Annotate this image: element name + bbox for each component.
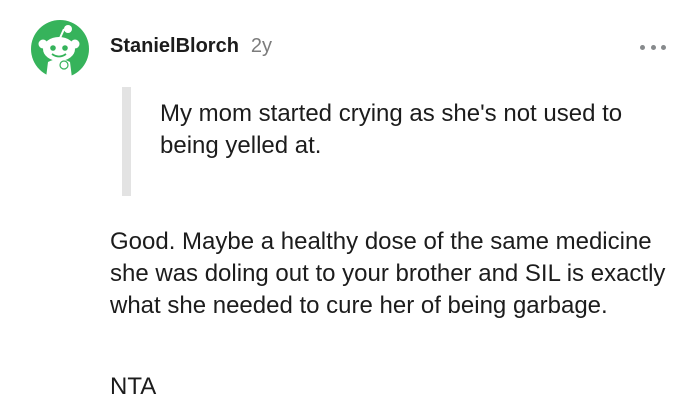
- snoo-avatar-icon: [31, 20, 89, 78]
- comment-paragraph: NTA: [110, 373, 157, 400]
- user-avatar[interactable]: [31, 20, 89, 78]
- blockquote-bar: [122, 87, 131, 196]
- more-options-button[interactable]: [640, 40, 666, 54]
- ellipsis-icon: [640, 44, 645, 50]
- comment-paragraph: Good. Maybe a healthy dose of the same m…: [110, 228, 666, 319]
- ellipsis-icon-dot: [650, 44, 656, 50]
- ellipsis-icon-dot: [661, 44, 666, 50]
- blockquote-text: My mom started crying as she's not used …: [160, 100, 623, 159]
- username-link[interactable]: StanielBlorch: [110, 35, 239, 58]
- comment-age: 2y: [250, 35, 273, 57]
- comment-meta: StanielBlorch 2y: [110, 35, 272, 61]
